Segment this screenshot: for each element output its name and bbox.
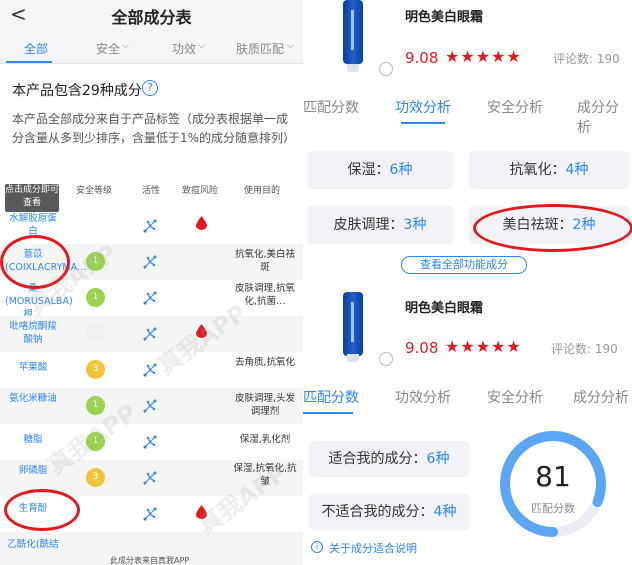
match-score-label: 匹配分数 [531, 502, 575, 515]
safety-chevron-down-icon: ⌵ [122, 41, 129, 51]
review-count[interactable]: 评论数: 190 [551, 340, 618, 357]
ingredient-name[interactable]: 吡咯烷酮羧酸钠 [5, 320, 61, 346]
product-score: 9.08 [405, 49, 439, 67]
active-tab-indicator [303, 412, 353, 414]
effect-card-moisturize[interactable]: 保湿：6种 [307, 151, 453, 189]
col-purpose: 使用目的 [244, 186, 281, 196]
product-name: 明色美白眼霜 [405, 10, 484, 25]
molecule-icon [143, 363, 157, 377]
ingredient-purpose: 去角质,抗氧化 [234, 357, 296, 368]
safety-badge: 1 [86, 288, 105, 307]
molecule-icon [143, 399, 157, 413]
ingredient-purpose: 保湿,乳化剂 [239, 434, 291, 445]
effect-card-skin-conditioning[interactable]: 皮肤调理：3种 [307, 206, 453, 244]
molecule-icon [143, 435, 157, 449]
table-row[interactable]: 苹果酸 3 去角质,抗氧化 [0, 352, 303, 388]
rating-stars: ★★★★★ [445, 337, 522, 356]
page-title: 全部成分表 [111, 8, 192, 27]
acne-risk-drop-icon [196, 216, 207, 230]
molecule-icon [143, 507, 157, 521]
safety-badge: 3 [86, 360, 105, 379]
safety-badge: 1 [86, 432, 105, 451]
molecule-icon [143, 219, 157, 233]
effect-chevron-down-icon: ⌵ [198, 41, 205, 51]
tab-match-score[interactable]: 匹配分数 [303, 387, 359, 407]
safety-badge [86, 324, 105, 343]
tab-effect-analysis[interactable]: 功效分析 [395, 387, 451, 407]
skin-chevron-down-icon: ⌵ [287, 41, 294, 51]
ingredient-count: 本产品包含29种成分 [12, 83, 142, 99]
ingredient-name[interactable]: 乙酰化(酰结 [5, 538, 61, 551]
ingredient-purpose: 抗氧化,美白祛斑 [234, 249, 296, 273]
col-active: 活性 [142, 186, 161, 196]
product-score: 9.08 [405, 339, 439, 357]
col-safety: 安全等级 [76, 186, 113, 196]
search-icon[interactable] [379, 352, 393, 366]
ingredient-name[interactable]: 氨化米糠油 [5, 392, 61, 405]
product-name: 明色美白眼霜 [405, 301, 484, 316]
molecule-icon [143, 471, 157, 485]
product-analysis-panel: 明色美白眼霜 9.08 ★★★★★ 评论数: 190 匹配分数 功效分析 安全分… [303, 0, 632, 565]
tab-effect-analysis[interactable]: 功效分析 [395, 97, 451, 117]
review-count[interactable]: 评论数: 190 [553, 50, 620, 67]
ingredient-description: 本产品全部成分来自于产品标签（成分表根据单一成分含量从多到少排序，含量低于1%的… [12, 112, 296, 145]
safety-badge: 3 [86, 468, 105, 487]
product-image[interactable] [343, 0, 363, 64]
tab-safety-analysis[interactable]: 安全分析 [487, 387, 543, 407]
table-row[interactable]: 糖脂 1 保湿,乳化剂 [0, 424, 303, 460]
molecule-icon [143, 255, 157, 269]
help-icon[interactable]: ? [142, 80, 158, 96]
suitable-ingredients-card[interactable]: 适合我的成分：6种 [309, 441, 469, 477]
tab-all[interactable]: 全部 [24, 40, 48, 57]
tab-safety[interactable]: 安全 [96, 40, 120, 57]
tab-ingredient-analysis[interactable]: 成分分析 [573, 387, 629, 407]
acne-risk-drop-icon [196, 324, 207, 338]
info-icon: i [311, 541, 323, 553]
safety-badge: 1 [86, 396, 105, 415]
ingredient-name[interactable]: 糖脂 [5, 433, 61, 446]
unsuitable-ingredients-card[interactable]: 不适合我的成分：4种 [309, 494, 469, 530]
filter-tabs: 全部 安全 功效 肤质匹配 ⌵ ⌵ ⌵ [0, 30, 303, 64]
col-acne: 致痘风险 [182, 186, 219, 196]
molecule-icon [143, 291, 157, 305]
product-cap [347, 64, 359, 72]
highlight-circle [0, 235, 70, 289]
table-row[interactable]: 氨化米糠油 1 皮肤调理,头发调理剂 [0, 388, 303, 424]
tab-skin-match[interactable]: 肤质匹配 [236, 40, 284, 57]
ingredient-purpose: 皮肤调理,抗氧化,抗菌… [234, 283, 296, 307]
active-tab-indicator [6, 61, 52, 63]
highlight-circle [473, 204, 632, 252]
tab-effect[interactable]: 功效 [172, 40, 196, 57]
tooltip-hint: 点击成分即可查看 [5, 184, 59, 212]
source-footer: 此成分表来自真我APP [110, 556, 190, 565]
ingredient-name[interactable]: 卵磷脂 [5, 464, 61, 477]
highlight-circle [4, 489, 80, 531]
view-all-effects-button[interactable]: 查看全部功能成分 [401, 256, 527, 274]
tab-ingredient-analysis[interactable]: 成分分析 [577, 97, 632, 137]
search-icon[interactable] [379, 62, 393, 76]
safety-badge: 1 [86, 252, 105, 271]
ingredient-name[interactable]: 苹果酸 [5, 361, 61, 374]
molecule-icon [143, 327, 157, 341]
tab-match-score[interactable]: 匹配分数 [303, 97, 359, 117]
acne-risk-drop-icon [196, 505, 207, 519]
ingredient-purpose: 皮肤调理,头发调理剂 [234, 393, 296, 417]
product-cap [347, 354, 359, 362]
rating-stars: ★★★★★ [445, 47, 522, 66]
ingredient-list-panel: < 全部成分表 全部 安全 功效 肤质匹配 ⌵ ⌵ ⌵ 本产品包含29种成分 ?… [0, 0, 303, 565]
match-score-value: 81 [535, 460, 571, 493]
header-bar: < 全部成分表 [0, 0, 303, 30]
table-row[interactable]: 吡咯烷酮羧酸钠 [0, 316, 303, 352]
ingredient-purpose: 保湿,抗氧化,抗皱 [233, 463, 297, 487]
tab-safety-analysis[interactable]: 安全分析 [487, 97, 543, 117]
about-suitability-link[interactable]: 关于成分适合说明 [329, 540, 417, 556]
active-tab-indicator [401, 122, 445, 124]
product-image[interactable] [343, 292, 363, 356]
effect-card-antioxidant[interactable]: 抗氧化：4种 [469, 151, 629, 189]
